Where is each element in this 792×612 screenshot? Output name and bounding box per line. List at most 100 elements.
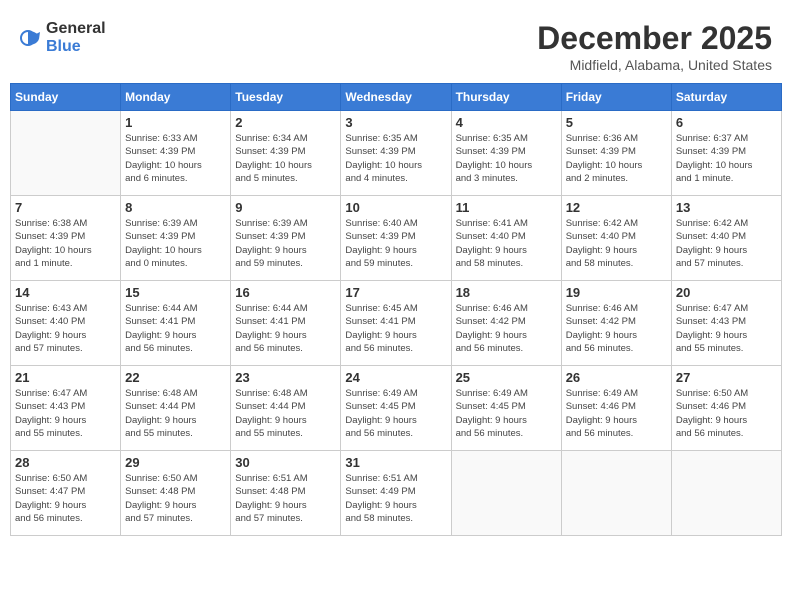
calendar-cell: 5 Sunrise: 6:36 AM Sunset: 4:39 PM Daylig… <box>561 111 671 196</box>
calendar-table: Sunday Monday Tuesday Wednesday Thursday… <box>10 83 782 536</box>
calendar-cell: 23 Sunrise: 6:48 AM Sunset: 4:44 PM Dayli… <box>231 366 341 451</box>
day-number: 30 <box>235 455 336 470</box>
calendar-cell: 4 Sunrise: 6:35 AM Sunset: 4:39 PM Daylig… <box>451 111 561 196</box>
calendar-cell: 17 Sunrise: 6:45 AM Sunset: 4:41 PM Dayli… <box>341 281 451 366</box>
day-number: 26 <box>566 370 667 385</box>
day-number: 17 <box>345 285 446 300</box>
calendar-cell: 13 Sunrise: 6:42 AM Sunset: 4:40 PM Dayli… <box>671 196 781 281</box>
day-info: Sunrise: 6:36 AM Sunset: 4:39 PM Dayligh… <box>566 132 667 185</box>
day-number: 9 <box>235 200 336 215</box>
day-info: Sunrise: 6:34 AM Sunset: 4:39 PM Dayligh… <box>235 132 336 185</box>
calendar-cell: 29Sunrise: 6:50 AM Sunset: 4:48 PM Dayli… <box>121 451 231 536</box>
header-monday: Monday <box>121 84 231 111</box>
day-number: 3 <box>345 115 446 130</box>
calendar-cell <box>671 451 781 536</box>
day-number: 24 <box>345 370 446 385</box>
day-info: Sunrise: 6:44 AM Sunset: 4:41 PM Dayligh… <box>235 302 336 355</box>
day-info: Sunrise: 6:37 AM Sunset: 4:39 PM Dayligh… <box>676 132 777 185</box>
logo-text: General Blue <box>46 20 106 56</box>
calendar-cell: 11 Sunrise: 6:41 AM Sunset: 4:40 PM Dayli… <box>451 196 561 281</box>
calendar-cell: 7 Sunrise: 6:38 AM Sunset: 4:39 PM Daylig… <box>11 196 121 281</box>
header-saturday: Saturday <box>671 84 781 111</box>
calendar-cell: 9 Sunrise: 6:39 AM Sunset: 4:39 PM Daylig… <box>231 196 341 281</box>
title-area: December 2025 Midfield, Alabama, United … <box>537 20 772 73</box>
calendar-cell: 16 Sunrise: 6:44 AM Sunset: 4:41 PM Dayli… <box>231 281 341 366</box>
calendar-cell: 6 Sunrise: 6:37 AM Sunset: 4:39 PM Daylig… <box>671 111 781 196</box>
location-title: Midfield, Alabama, United States <box>537 57 772 73</box>
calendar-cell: 31Sunrise: 6:51 AM Sunset: 4:49 PM Dayli… <box>341 451 451 536</box>
day-info: Sunrise: 6:35 AM Sunset: 4:39 PM Dayligh… <box>345 132 446 185</box>
calendar-cell: 2 Sunrise: 6:34 AM Sunset: 4:39 PM Daylig… <box>231 111 341 196</box>
day-info: Sunrise: 6:39 AM Sunset: 4:39 PM Dayligh… <box>125 217 226 270</box>
page-container: General Blue December 2025 Midfield, Ala… <box>10 10 782 536</box>
calendar-cell: 21 Sunrise: 6:47 AM Sunset: 4:43 PM Dayli… <box>11 366 121 451</box>
calendar-cell: 22 Sunrise: 6:48 AM Sunset: 4:44 PM Dayli… <box>121 366 231 451</box>
week-row-5: 28Sunrise: 6:50 AM Sunset: 4:47 PM Dayli… <box>11 451 782 536</box>
header-tuesday: Tuesday <box>231 84 341 111</box>
day-info: Sunrise: 6:42 AM Sunset: 4:40 PM Dayligh… <box>676 217 777 270</box>
day-number: 31 <box>345 455 446 470</box>
calendar-cell: 27 Sunrise: 6:50 AM Sunset: 4:46 PM Dayli… <box>671 366 781 451</box>
day-number: 19 <box>566 285 667 300</box>
calendar-cell: 18Sunrise: 6:46 AM Sunset: 4:42 PM Dayli… <box>451 281 561 366</box>
day-number: 14 <box>15 285 116 300</box>
calendar-cell: 30Sunrise: 6:51 AM Sunset: 4:48 PM Dayli… <box>231 451 341 536</box>
calendar-cell <box>561 451 671 536</box>
day-info: Sunrise: 6:40 AM Sunset: 4:39 PM Dayligh… <box>345 217 446 270</box>
header-thursday: Thursday <box>451 84 561 111</box>
day-info: Sunrise: 6:50 AM Sunset: 4:46 PM Dayligh… <box>676 387 777 440</box>
day-number: 20 <box>676 285 777 300</box>
weekday-header-row: Sunday Monday Tuesday Wednesday Thursday… <box>11 84 782 111</box>
logo-blue: Blue <box>46 38 81 55</box>
calendar-cell: 3 Sunrise: 6:35 AM Sunset: 4:39 PM Daylig… <box>341 111 451 196</box>
day-number: 22 <box>125 370 226 385</box>
day-info: Sunrise: 6:33 AM Sunset: 4:39 PM Dayligh… <box>125 132 226 185</box>
day-info: Sunrise: 6:48 AM Sunset: 4:44 PM Dayligh… <box>125 387 226 440</box>
day-number: 2 <box>235 115 336 130</box>
week-row-3: 14 Sunrise: 6:43 AM Sunset: 4:40 PM Dayli… <box>11 281 782 366</box>
calendar-cell: 26 Sunrise: 6:49 AM Sunset: 4:46 PM Dayli… <box>561 366 671 451</box>
day-number: 21 <box>15 370 116 385</box>
day-info: Sunrise: 6:38 AM Sunset: 4:39 PM Dayligh… <box>15 217 116 270</box>
day-number: 16 <box>235 285 336 300</box>
week-row-1: 1 Sunrise: 6:33 AM Sunset: 4:39 PM Daylig… <box>11 111 782 196</box>
day-info: Sunrise: 6:47 AM Sunset: 4:43 PM Dayligh… <box>676 302 777 355</box>
day-number: 29 <box>125 455 226 470</box>
day-number: 10 <box>345 200 446 215</box>
calendar-cell: 1 Sunrise: 6:33 AM Sunset: 4:39 PM Daylig… <box>121 111 231 196</box>
day-info: Sunrise: 6:41 AM Sunset: 4:40 PM Dayligh… <box>456 217 557 270</box>
calendar-cell <box>451 451 561 536</box>
header-friday: Friday <box>561 84 671 111</box>
calendar-cell: 19 Sunrise: 6:46 AM Sunset: 4:42 PM Dayli… <box>561 281 671 366</box>
day-number: 27 <box>676 370 777 385</box>
day-info: Sunrise: 6:43 AM Sunset: 4:40 PM Dayligh… <box>15 302 116 355</box>
day-number: 18 <box>456 285 557 300</box>
day-number: 1 <box>125 115 226 130</box>
day-info: Sunrise: 6:35 AM Sunset: 4:39 PM Dayligh… <box>456 132 557 185</box>
day-number: 13 <box>676 200 777 215</box>
day-number: 7 <box>15 200 116 215</box>
day-info: Sunrise: 6:49 AM Sunset: 4:45 PM Dayligh… <box>456 387 557 440</box>
day-info: Sunrise: 6:47 AM Sunset: 4:43 PM Dayligh… <box>15 387 116 440</box>
day-number: 6 <box>676 115 777 130</box>
month-title: December 2025 <box>537 20 772 57</box>
day-info: Sunrise: 6:39 AM Sunset: 4:39 PM Dayligh… <box>235 217 336 270</box>
day-info: Sunrise: 6:50 AM Sunset: 4:47 PM Dayligh… <box>15 472 116 525</box>
day-number: 11 <box>456 200 557 215</box>
day-info: Sunrise: 6:48 AM Sunset: 4:44 PM Dayligh… <box>235 387 336 440</box>
calendar-cell: 28Sunrise: 6:50 AM Sunset: 4:47 PM Dayli… <box>11 451 121 536</box>
day-info: Sunrise: 6:45 AM Sunset: 4:41 PM Dayligh… <box>345 302 446 355</box>
calendar-cell: 12Sunrise: 6:42 AM Sunset: 4:40 PM Dayli… <box>561 196 671 281</box>
calendar-cell: 25Sunrise: 6:49 AM Sunset: 4:45 PM Dayli… <box>451 366 561 451</box>
day-number: 4 <box>456 115 557 130</box>
day-info: Sunrise: 6:46 AM Sunset: 4:42 PM Dayligh… <box>566 302 667 355</box>
day-info: Sunrise: 6:49 AM Sunset: 4:46 PM Dayligh… <box>566 387 667 440</box>
day-number: 23 <box>235 370 336 385</box>
logo-general: General <box>46 20 106 37</box>
logo: General Blue <box>20 20 106 56</box>
week-row-4: 21 Sunrise: 6:47 AM Sunset: 4:43 PM Dayli… <box>11 366 782 451</box>
day-number: 5 <box>566 115 667 130</box>
week-row-2: 7 Sunrise: 6:38 AM Sunset: 4:39 PM Daylig… <box>11 196 782 281</box>
calendar-cell: 8Sunrise: 6:39 AM Sunset: 4:39 PM Daylig… <box>121 196 231 281</box>
header-sunday: Sunday <box>11 84 121 111</box>
